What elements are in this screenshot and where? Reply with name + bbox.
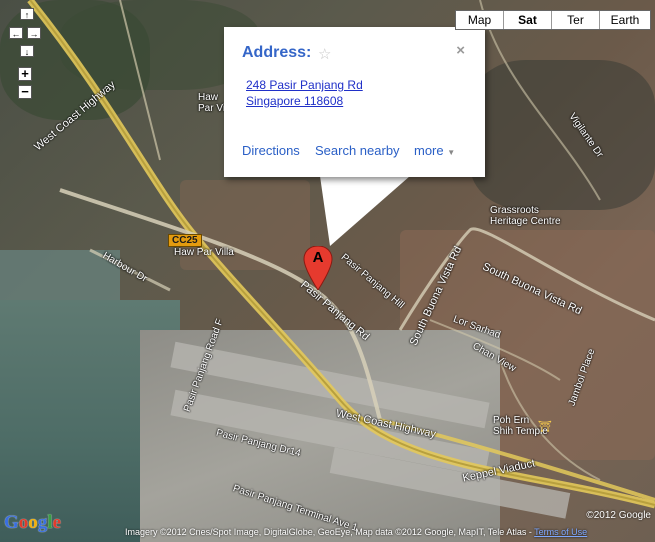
local-road — [479, 0, 601, 201]
google-logo[interactable]: Google — [4, 512, 61, 534]
temple-icon: ⛩ — [538, 421, 552, 433]
map-type-earth-button[interactable]: Earth — [599, 11, 650, 29]
map-type-satellite-button[interactable]: Sat — [503, 11, 551, 29]
local-road — [429, 319, 561, 381]
address-line-1[interactable]: 248 Pasir Panjang Rd — [246, 78, 363, 92]
map-type-terrain-button[interactable]: Ter — [551, 11, 599, 29]
search-nearby-link[interactable]: Search nearby — [315, 143, 400, 158]
pan-up-button[interactable]: ↑ — [20, 8, 34, 20]
zoom-out-button[interactable]: − — [18, 85, 32, 99]
south-buona-vista-road — [398, 227, 655, 331]
copyright-year: ©2012 Google — [586, 510, 651, 521]
info-window-title: Address: — [242, 44, 312, 61]
info-window-tail — [320, 176, 410, 246]
address-line-2[interactable]: Singapore 118608 — [246, 94, 343, 108]
copyright-main: Imagery ©2012 Cnes/Spot Image, DigitalGl… — [125, 527, 535, 537]
pan-down-button[interactable]: ↓ — [20, 45, 34, 57]
star-icon[interactable]: ☆ — [318, 45, 331, 63]
terms-of-use-link[interactable]: Terms of Use — [534, 527, 587, 537]
harbour-drive — [89, 248, 171, 292]
info-window: Address: ☆ × 248 Pasir Panjang Rd Singap… — [224, 27, 485, 177]
poi-haw-par-villa-station[interactable]: Haw Par Villa — [174, 247, 234, 258]
pan-left-button[interactable]: ← — [9, 27, 23, 39]
more-label: more — [414, 143, 444, 158]
map-type-control: Map Sat Ter Earth — [455, 10, 651, 30]
chevron-down-icon: ▼ — [447, 148, 456, 157]
mrt-station-badge[interactable]: CC25 — [168, 234, 202, 247]
map-type-map-button[interactable]: Map — [456, 11, 503, 29]
copyright-text: Imagery ©2012 Cnes/Spot Image, DigitalGl… — [125, 527, 587, 537]
directions-link[interactable]: Directions — [242, 143, 300, 158]
pan-right-button[interactable]: → — [27, 27, 41, 39]
poi-grassroots-heritage-centre[interactable]: Grassroots Heritage Centre — [490, 205, 561, 227]
zoom-in-button[interactable]: + — [18, 67, 32, 81]
satellite-map[interactable]: West Coast Highway West Coast Highway Ha… — [0, 0, 655, 542]
more-link[interactable]: more ▼ — [414, 143, 455, 158]
close-icon[interactable]: × — [456, 42, 465, 59]
pan-control: ↑ ← → ↓ — [9, 8, 45, 57]
